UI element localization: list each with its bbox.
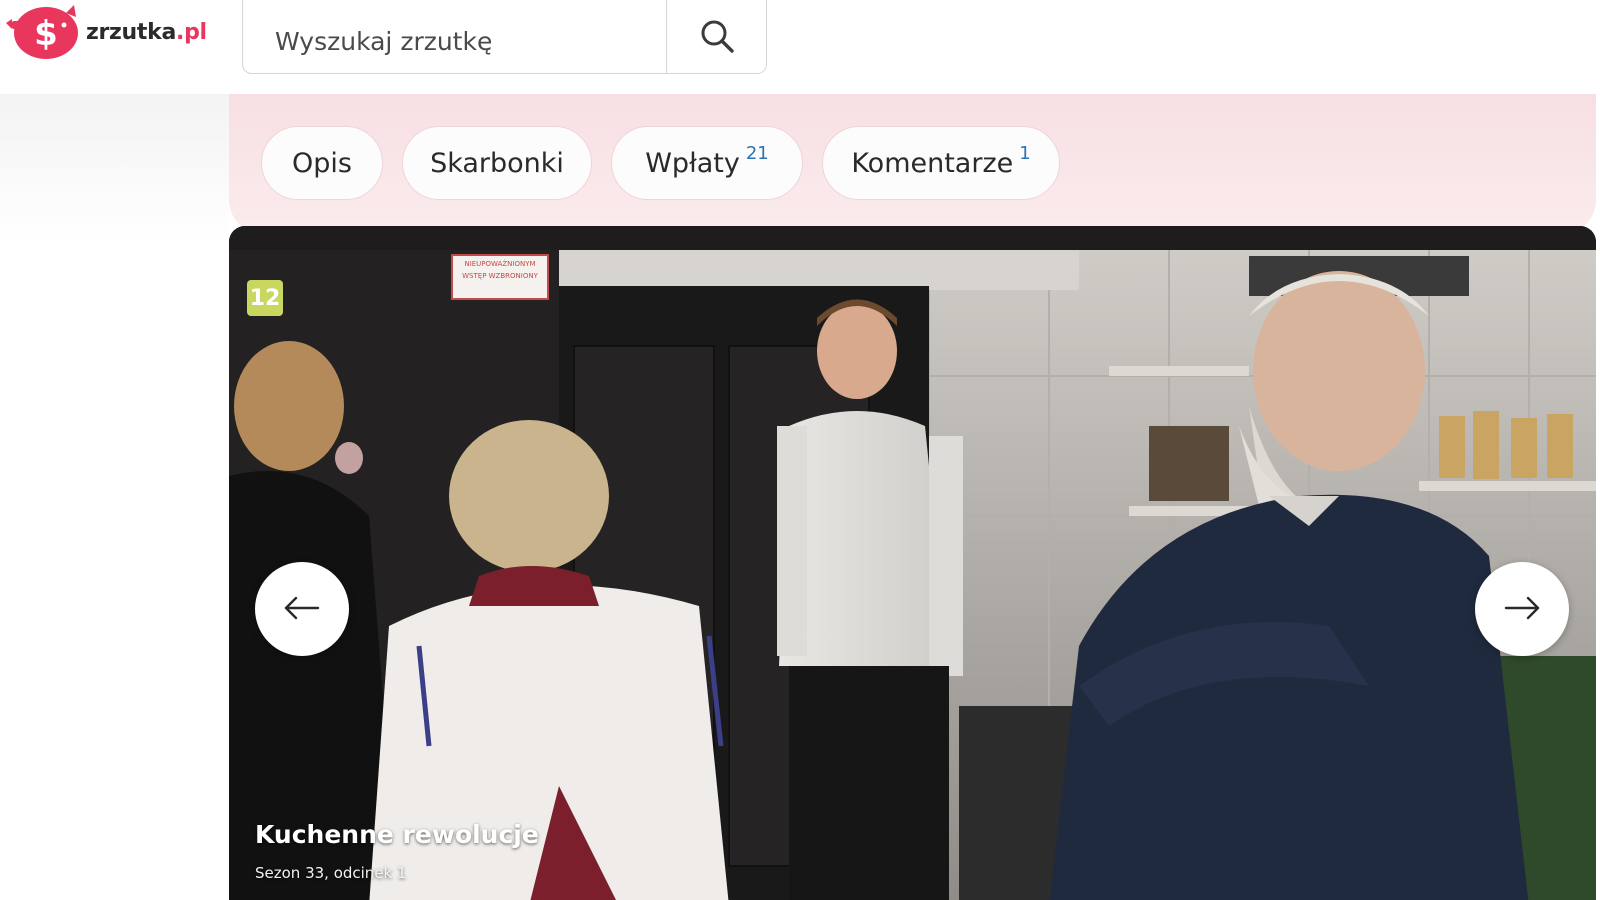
tab-label: Wpłaty: [645, 147, 740, 179]
tab-skarbonki[interactable]: Skarbonki: [402, 126, 592, 200]
search-icon: [699, 18, 735, 57]
tab-count-badge: 21: [745, 142, 769, 164]
site-header: $ zrzutka.pl: [0, 0, 1600, 94]
age-rating-badge: 12: [247, 280, 283, 316]
media-title: Kuchenne rewolucje: [255, 820, 539, 849]
kitchen-scene-image: [229, 226, 1596, 900]
warning-sign: NIEUPOWAŻNIONYM WSTĘP WZBRONIONY: [451, 254, 549, 300]
left-fade: [0, 94, 229, 244]
next-slide-button[interactable]: [1475, 562, 1569, 656]
search-button[interactable]: [666, 0, 766, 73]
arrow-right-icon: [1502, 596, 1542, 623]
svg-text:$: $: [34, 14, 58, 54]
search-input[interactable]: [243, 0, 666, 73]
tab-komentarze[interactable]: Komentarze 1: [822, 126, 1060, 200]
media-subtitle: Sezon 33, odcinek 1: [255, 864, 407, 882]
tabs-bar: Opis Skarbonki Wpłaty 21 Komentarze 1: [229, 94, 1596, 234]
search-box: [242, 0, 767, 74]
logo-wordmark: zrzutka.pl: [86, 19, 207, 45]
tab-label: Komentarze: [851, 147, 1014, 179]
arrow-left-icon: [282, 596, 322, 623]
tab-opis[interactable]: Opis: [261, 126, 383, 200]
media-player[interactable]: 12 NIEUPOWAŻNIONYM WSTĘP WZBRONIONY Kuch…: [229, 226, 1596, 900]
tab-label: Opis: [292, 147, 352, 179]
tab-wplaty[interactable]: Wpłaty 21: [611, 126, 803, 200]
piggy-bank-logo-icon: $: [4, 3, 80, 61]
tab-count-badge: 1: [1019, 142, 1031, 164]
previous-slide-button[interactable]: [255, 562, 349, 656]
site-logo[interactable]: $ zrzutka.pl: [4, 2, 214, 62]
page: $ zrzutka.pl Opis Skarb: [0, 0, 1600, 900]
tab-label: Skarbonki: [430, 147, 564, 179]
